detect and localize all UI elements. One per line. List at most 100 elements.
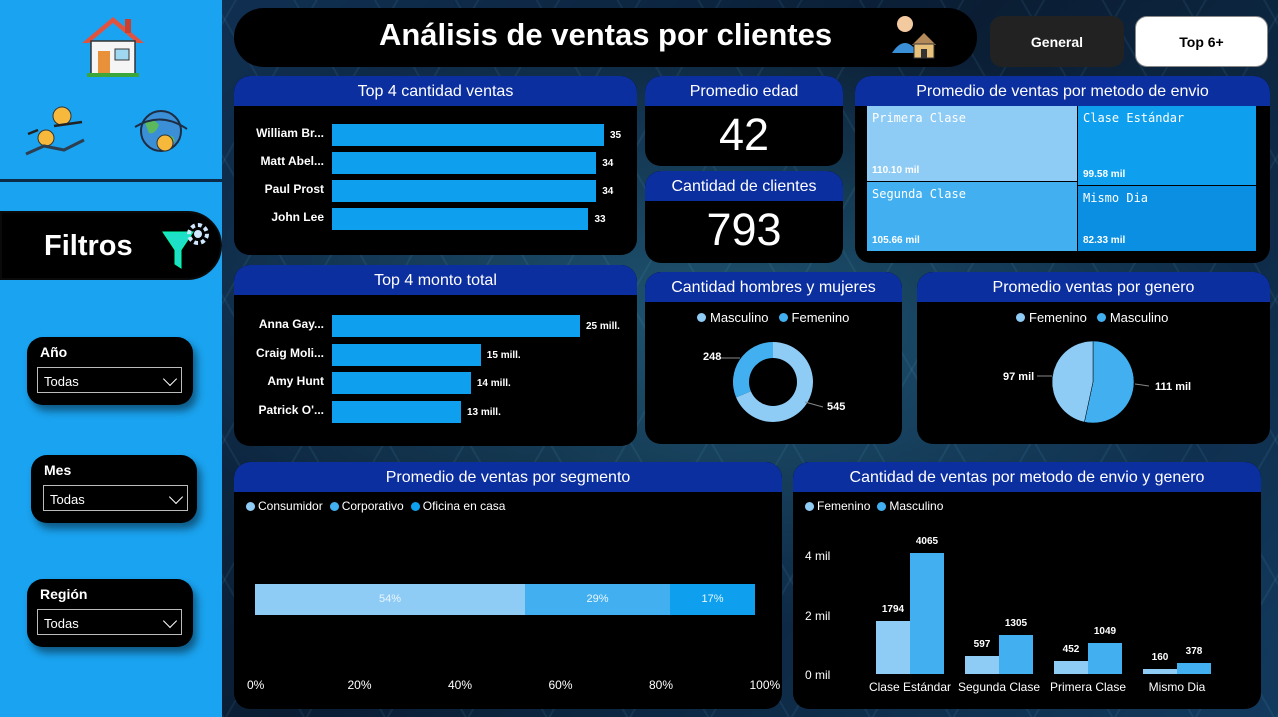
filter-year: Año Todas: [27, 337, 193, 405]
bar-value: 34: [602, 186, 614, 197]
panel-title: Promedio de ventas por metodo de envio: [855, 76, 1270, 106]
customer-store-icon: [892, 16, 936, 59]
page-title: Análisis de ventas por clientes: [378, 17, 833, 52]
donut-chart[interactable]: [645, 332, 902, 444]
treemap-name: Mismo Dia: [1083, 191, 1149, 205]
donut-label-fem: 248: [703, 351, 722, 363]
donut-label-masc: 545: [827, 401, 846, 413]
x-category: Primera Clase: [1049, 680, 1127, 694]
top6-button[interactable]: Top 6+: [1135, 16, 1268, 67]
filters-label: Filtros: [44, 230, 133, 262]
treemap-tile[interactable]: Primera Clase 110.10 mil: [867, 106, 1077, 181]
money-exchange-icon: [25, 106, 85, 156]
bar-masculino[interactable]: [999, 635, 1033, 674]
region-select[interactable]: Todas: [37, 609, 182, 635]
bar-value: 4065: [915, 536, 939, 547]
bar[interactable]: [332, 372, 471, 394]
treemap-name: Segunda Clase: [872, 187, 966, 201]
bar-label: William Br...: [256, 126, 324, 140]
bar[interactable]: [332, 152, 597, 174]
treemap-value: 105.66 mil: [872, 235, 920, 246]
bar-value: 34: [602, 158, 614, 169]
filter-settings-icon[interactable]: [160, 220, 214, 274]
legend-label: Masculino: [1109, 310, 1169, 325]
legend-dot: [1096, 313, 1106, 322]
x-tick: 20%: [347, 678, 372, 692]
bar-value: 597: [973, 639, 991, 651]
bar-label: Anna Gay...: [258, 317, 324, 331]
bar-label: Patrick O'...: [258, 402, 324, 417]
year-select[interactable]: Todas: [37, 367, 182, 393]
legend-label: Femenino: [1029, 310, 1087, 325]
treemap-tile[interactable]: Clase Estándar 99.58 mil: [1078, 106, 1256, 185]
panel-title: Cantidad de clientes: [645, 171, 843, 201]
home-icon[interactable]: [80, 13, 146, 77]
pie-slice[interactable]: [1051, 340, 1094, 423]
legend-label: Femenino: [817, 499, 871, 513]
bar-masculino[interactable]: [1177, 662, 1211, 674]
bar-value: 25 mill.: [586, 321, 620, 332]
bar[interactable]: [332, 180, 597, 202]
x-tick: 40%: [448, 678, 473, 692]
bar-value: 160: [1151, 652, 1169, 664]
bar-femenino[interactable]: [1054, 660, 1088, 674]
legend-dot: [246, 501, 255, 511]
bar-value: 15 mill.: [486, 349, 521, 361]
treemap-tile[interactable]: Segunda Clase 105.66 mil: [867, 182, 1077, 251]
bar-value: 378: [1185, 645, 1203, 657]
bar-value: 1794: [881, 603, 905, 615]
general-button[interactable]: General: [990, 16, 1124, 67]
bar-femenino[interactable]: [965, 656, 999, 674]
treemap-tile[interactable]: Mismo Dia 82.33 mil: [1078, 186, 1256, 251]
legend-dot: [1016, 313, 1025, 322]
segment-bar[interactable]: 54%: [255, 584, 525, 615]
bar[interactable]: [332, 208, 589, 230]
pie-label-masc: 111 mil: [1155, 381, 1192, 393]
pie-label-fem: 97 mil: [1003, 371, 1035, 383]
month-select[interactable]: Todas: [43, 485, 188, 511]
legend-dot: [877, 501, 887, 511]
legend-dot: [805, 501, 814, 511]
bar[interactable]: [332, 400, 461, 423]
bar[interactable]: [332, 124, 604, 146]
filter-month: Mes Todas: [31, 455, 197, 523]
x-tick: 0%: [247, 678, 265, 692]
bar-femenino[interactable]: [1143, 669, 1177, 674]
segment-bar[interactable]: 29%: [525, 584, 670, 615]
panel-title: Cantidad de ventas por metodo de envio y…: [793, 462, 1261, 492]
treemap-value: 99.58 mil: [1083, 169, 1126, 180]
leader-line: [1134, 383, 1150, 387]
x-category: Clase Estándar: [868, 680, 952, 694]
legend-label: Consumidor: [258, 499, 323, 513]
bar-value: 14 mill.: [476, 378, 511, 389]
x-category: Segunda Clase: [957, 680, 1041, 694]
bar-value: 13 mill.: [466, 406, 501, 418]
treemap-value: 110.10 mil: [872, 165, 920, 176]
panel-title: Cantidad hombres y mujeres: [645, 272, 902, 302]
treemap-name: Primera Clase: [872, 111, 966, 125]
bar-value: 452: [1062, 643, 1080, 655]
filter-month-label: Mes: [44, 462, 72, 478]
bar-masculino[interactable]: [1088, 642, 1122, 674]
bar[interactable]: [332, 315, 580, 337]
bar[interactable]: [332, 343, 481, 366]
bar-value: 33: [594, 214, 606, 225]
globe-money-icon: [134, 110, 188, 152]
segment-bar[interactable]: 17%: [670, 584, 755, 615]
filter-region: Región Todas: [27, 579, 193, 647]
bar-femenino[interactable]: [876, 620, 910, 674]
top-amount-panel: Top 4 monto total Anna Gay... 25 mill. Cra…: [234, 265, 637, 446]
bar-masculino[interactable]: [910, 553, 944, 674]
x-tick: 60%: [548, 678, 573, 692]
legend-label: Masculino: [889, 499, 944, 513]
bar-value: 35: [610, 130, 622, 141]
treemap-name: Clase Estándar: [1083, 111, 1185, 125]
filter-region-label: Región: [40, 586, 88, 602]
bar-label: Paul Prost: [264, 182, 324, 196]
gender-count-panel: Cantidad hombres y mujeres Masculino Fem…: [645, 272, 902, 444]
legend: Femenino Masculino: [805, 499, 943, 513]
top-quantity-panel: Top 4 cantidad ventas William Br... 35 Mat…: [234, 76, 637, 255]
y-tick: 0 mil: [805, 668, 831, 682]
pie-chart[interactable]: [917, 332, 1270, 444]
bar-value: 1305: [1004, 618, 1028, 630]
